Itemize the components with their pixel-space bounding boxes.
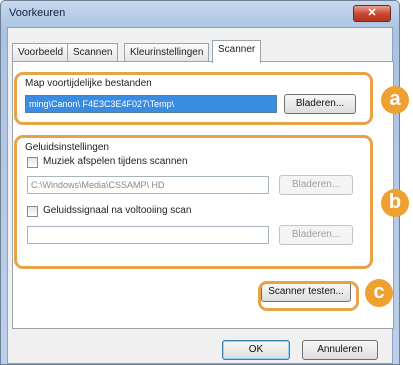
callout-c: c	[365, 279, 393, 307]
close-icon: ✕	[367, 7, 377, 19]
tab-voorbeeld[interactable]: Voorbeeld	[12, 43, 70, 62]
tab-scannen[interactable]: Scannen	[67, 43, 119, 62]
cancel-button[interactable]: Annuleren	[302, 340, 378, 360]
close-button[interactable]: ✕	[353, 5, 391, 22]
dialog-title: Voorkeuren	[9, 7, 66, 19]
ok-button[interactable]: OK	[222, 340, 290, 360]
temp-folder-highlight	[14, 72, 373, 125]
callout-b: b	[381, 189, 409, 217]
tab-kleurinstellingen[interactable]: Kleurinstellingen	[124, 43, 210, 62]
sound-settings-highlight	[14, 135, 373, 269]
dialog-footer: OK Annuleren	[8, 330, 392, 363]
tab-scanner[interactable]: Scanner	[212, 40, 262, 63]
title-bar: Voorkeuren ✕	[1, 1, 399, 27]
test-scanner-highlight	[258, 281, 359, 311]
callout-a: a	[381, 86, 409, 114]
